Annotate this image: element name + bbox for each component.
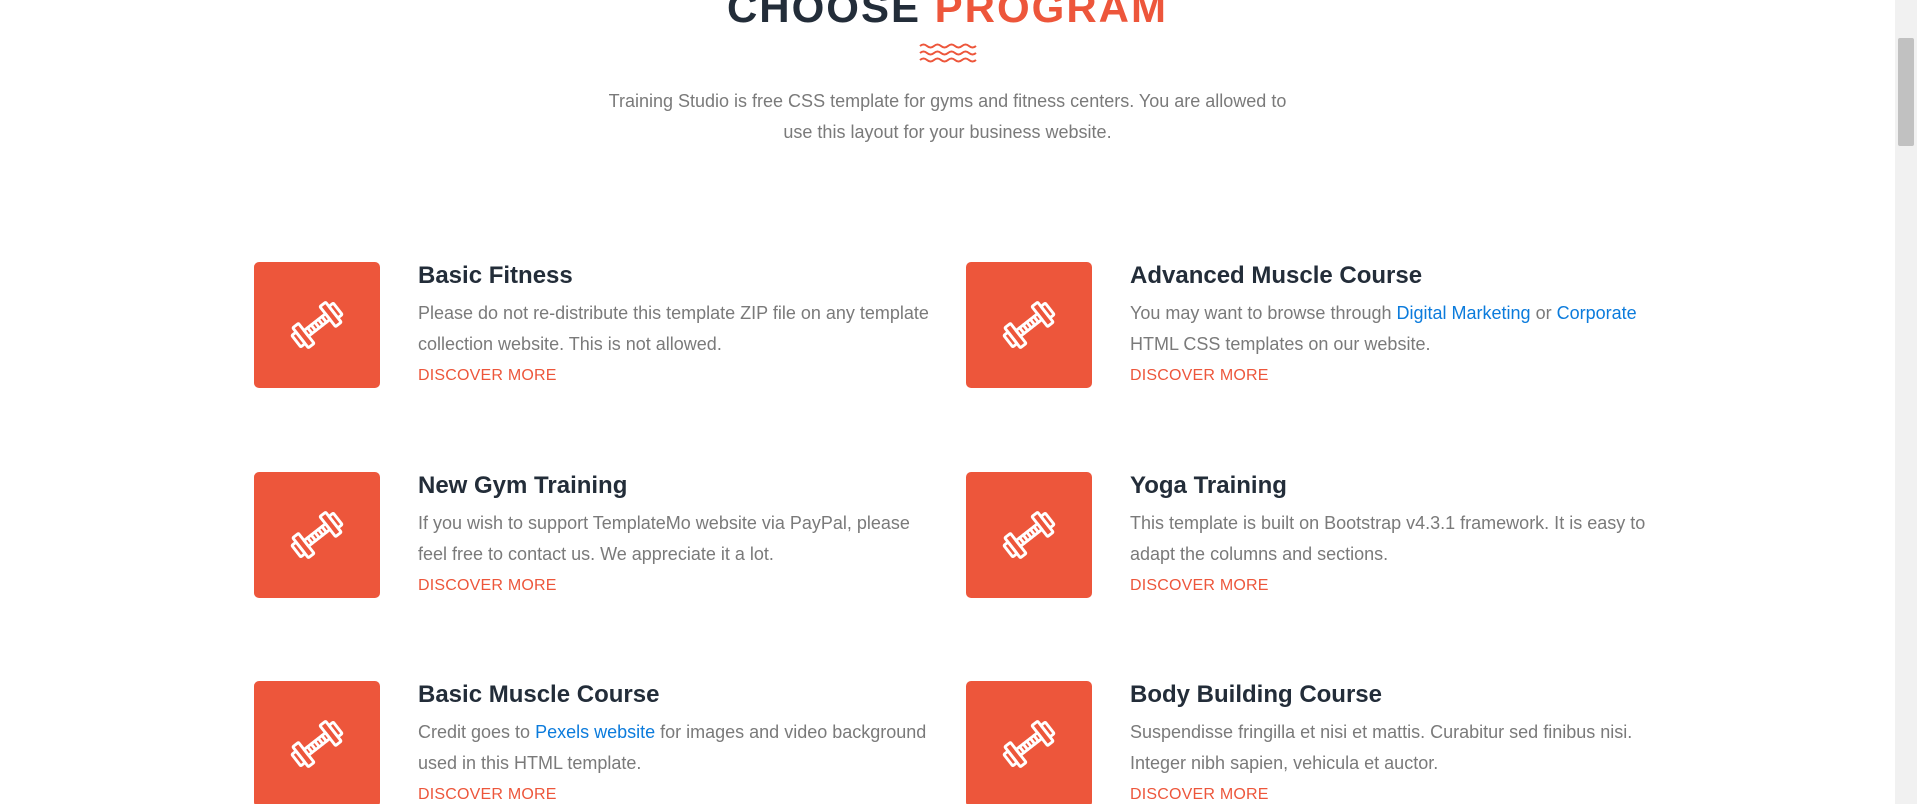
discover-more-link[interactable]: DISCOVER MORE	[418, 577, 557, 595]
program-description: Suspendisse fringilla et nisi et mattis.…	[1130, 722, 1633, 773]
program-icon-box	[966, 681, 1092, 804]
dumbbell-icon	[1002, 720, 1056, 768]
section-title-main: CHOOSE	[726, 0, 935, 31]
program-title: Advanced Muscle Course	[1130, 262, 1423, 289]
section-title: CHOOSE PROGRAM	[0, 0, 1895, 32]
program-description: Please do not re-distribute this templat…	[418, 303, 929, 354]
program-item-advanced-muscle-course: Advanced Muscle Course You may want to b…	[966, 262, 1650, 388]
dumbbell-icon	[1002, 301, 1056, 349]
discover-more-link[interactable]: DISCOVER MORE	[1130, 577, 1269, 595]
program-text: Body Building Course Suspendisse fringil…	[1130, 681, 1650, 804]
page: CHOOSE PROGRAM Training Studio is free C…	[0, 0, 1917, 804]
program-text: Basic Muscle Course Credit goes to Pexel…	[418, 681, 938, 804]
description-text: Credit goes to	[418, 722, 536, 742]
program-text: Advanced Muscle Course You may want to b…	[1130, 262, 1650, 385]
program-description: This template is built on Bootstrap v4.3…	[1130, 513, 1646, 564]
program-description: Credit goes to Pexels website for images…	[418, 717, 938, 779]
program-icon-box	[966, 262, 1092, 388]
program-icon-box	[254, 262, 380, 388]
description-text: You may want to browse through	[1130, 303, 1397, 323]
program-description: You may want to browse through Digital M…	[1130, 298, 1650, 360]
program-icon-box	[254, 681, 380, 804]
dumbbell-icon	[290, 511, 344, 559]
program-title: Yoga Training	[1130, 472, 1287, 499]
program-title: Basic Fitness	[418, 262, 573, 289]
program-item-body-building-course: Body Building Course Suspendisse fringil…	[966, 681, 1650, 804]
corporate-link[interactable]: Corporate	[1557, 303, 1637, 323]
digital-marketing-link[interactable]: Digital Marketing	[1397, 303, 1531, 323]
program-text: New Gym Training If you wish to support …	[418, 472, 938, 595]
discover-more-link[interactable]: DISCOVER MORE	[418, 786, 557, 804]
program-item-new-gym-training: New Gym Training If you wish to support …	[254, 472, 938, 598]
program-item-basic-fitness: Basic Fitness Please do not re-distribut…	[254, 262, 938, 388]
waves-divider-icon	[918, 43, 977, 63]
section-title-accent: PROGRAM	[934, 0, 1169, 31]
program-icon-box	[966, 472, 1092, 598]
dumbbell-icon	[1002, 511, 1056, 559]
program-text: Basic Fitness Please do not re-distribut…	[418, 262, 938, 385]
program-description: If you wish to support TemplateMo websit…	[418, 513, 910, 564]
program-title: Basic Muscle Course	[418, 681, 660, 708]
discover-more-link[interactable]: DISCOVER MORE	[1130, 786, 1269, 804]
pexels-website-link[interactable]: Pexels website	[535, 722, 655, 742]
description-text: or	[1530, 303, 1557, 323]
scrollbar-thumb[interactable]	[1898, 38, 1914, 146]
section-heading: CHOOSE PROGRAM Training Studio is free C…	[0, 0, 1895, 148]
section-description: Training Studio is free CSS template for…	[608, 91, 1287, 142]
discover-more-link[interactable]: DISCOVER MORE	[418, 367, 557, 385]
program-item-basic-muscle-course: Basic Muscle Course Credit goes to Pexel…	[254, 681, 938, 804]
dumbbell-icon	[290, 301, 344, 349]
vertical-scrollbar[interactable]	[1895, 0, 1917, 804]
program-icon-box	[254, 472, 380, 598]
program-item-yoga-training: Yoga Training This template is built on …	[966, 472, 1650, 598]
program-text: Yoga Training This template is built on …	[1130, 472, 1650, 595]
dumbbell-icon	[290, 720, 344, 768]
program-title: Body Building Course	[1130, 681, 1382, 708]
discover-more-link[interactable]: DISCOVER MORE	[1130, 367, 1269, 385]
description-text: HTML CSS templates on our website.	[1130, 334, 1431, 354]
program-title: New Gym Training	[418, 472, 628, 499]
